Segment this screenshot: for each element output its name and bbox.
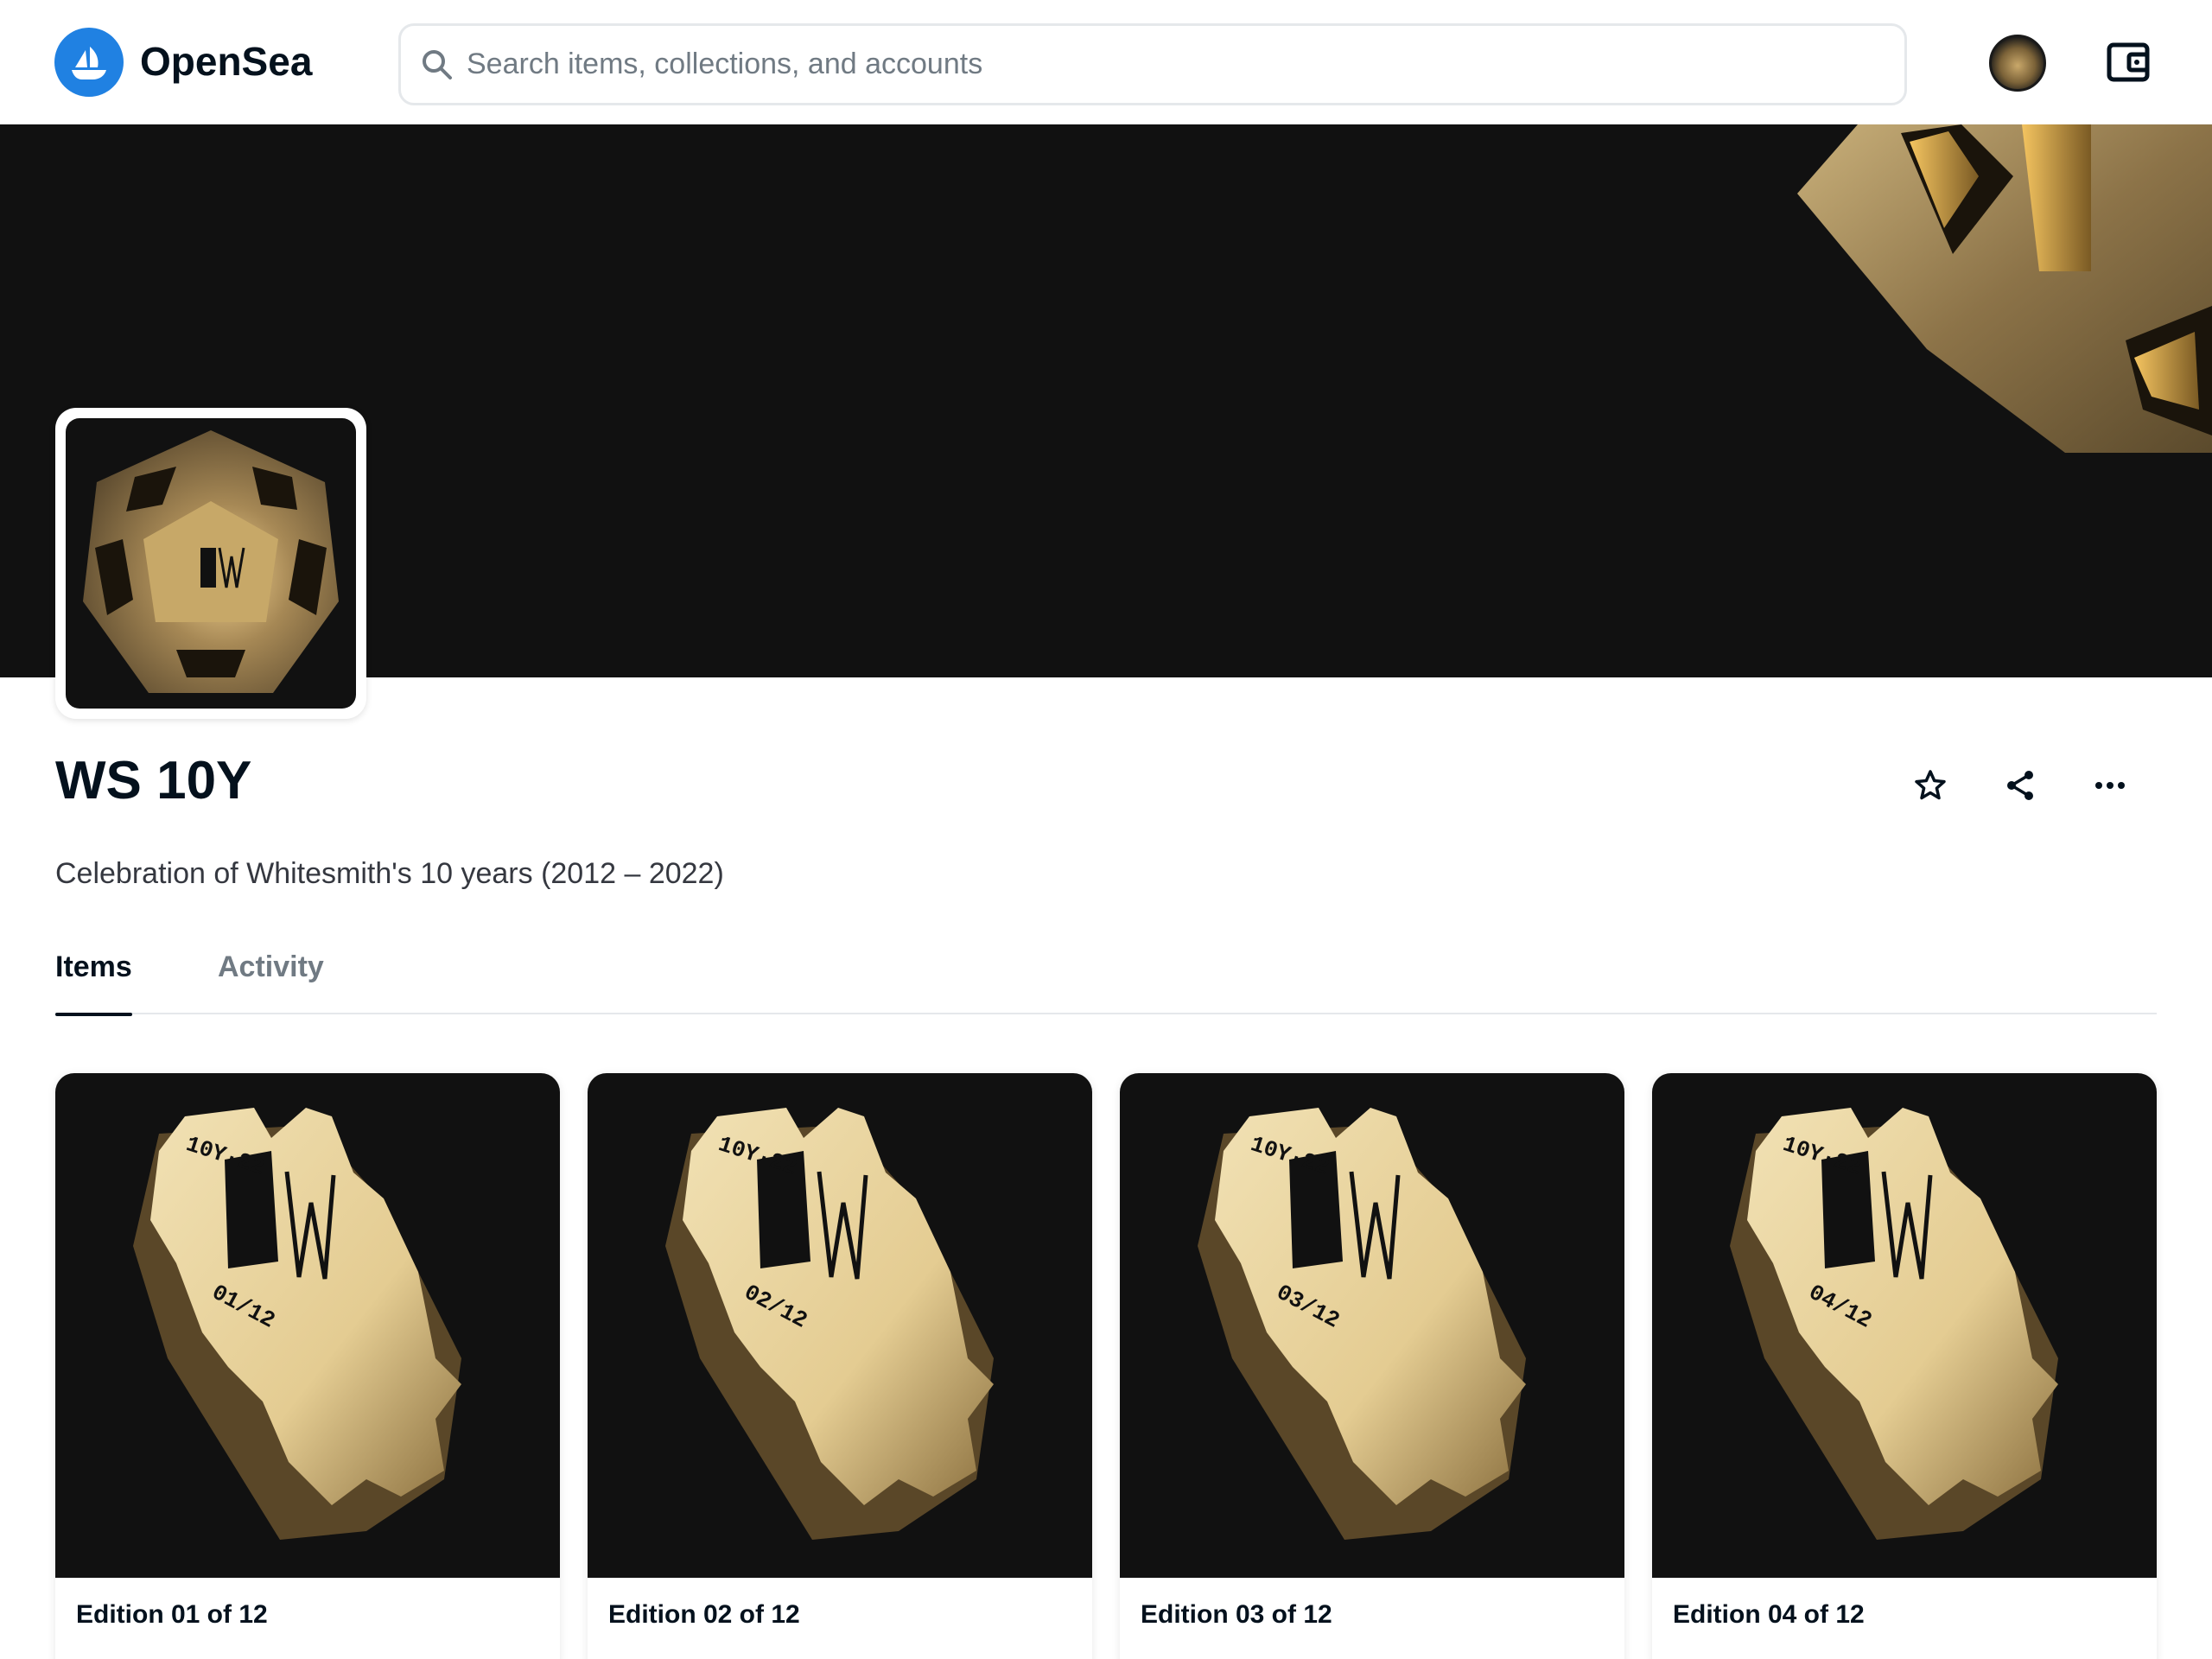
collection-title: WS 10Y bbox=[55, 751, 252, 810]
item-card[interactable]: 10Y·22 03/12 Edition 03 of 12 bbox=[1120, 1073, 1624, 1659]
collection-description: Celebration of Whitesmith's 10 years (20… bbox=[55, 857, 724, 890]
more-dots-icon bbox=[2095, 782, 2125, 789]
search-bar[interactable] bbox=[398, 23, 1907, 105]
token-artwork: 10Y·2203/12 bbox=[1198, 1108, 1526, 1540]
item-title: Edition 04 of 12 bbox=[1673, 1600, 1865, 1629]
top-navbar: OpenSea bbox=[0, 0, 2212, 124]
item-card[interactable]: 10Y·22 01/12 Edition 01 of 12 bbox=[55, 1073, 560, 1659]
dodecahedron-image bbox=[83, 430, 339, 693]
tab-activity[interactable]: Activity bbox=[218, 950, 324, 1014]
favorite-button[interactable] bbox=[1910, 765, 1951, 806]
item-title: Edition 02 of 12 bbox=[608, 1600, 800, 1629]
token-artwork: 10Y·2204/12 bbox=[1730, 1108, 2058, 1540]
collection-tabs: Items Activity bbox=[55, 950, 2157, 1016]
tab-items[interactable]: Items bbox=[55, 950, 132, 1016]
item-title: Edition 03 of 12 bbox=[1141, 1600, 1332, 1629]
opensea-logo[interactable] bbox=[54, 28, 124, 97]
opensea-boat-icon bbox=[72, 47, 106, 79]
banner-artwork bbox=[1797, 124, 2212, 453]
share-button[interactable] bbox=[1999, 765, 2041, 806]
avatar[interactable] bbox=[1989, 35, 2046, 92]
brand-name[interactable]: OpenSea bbox=[140, 38, 312, 85]
wallet-icon[interactable] bbox=[2105, 38, 2153, 86]
item-image: 10Y·22 04/12 bbox=[1652, 1073, 2157, 1578]
collection-actions bbox=[1910, 765, 2131, 806]
item-image: 10Y·22 02/12 bbox=[588, 1073, 1092, 1578]
star-icon bbox=[1915, 770, 1946, 800]
item-image: 10Y·22 01/12 bbox=[55, 1073, 560, 1578]
item-title: Edition 01 of 12 bbox=[76, 1600, 268, 1629]
share-icon bbox=[2007, 771, 2033, 800]
collection-logo bbox=[55, 408, 366, 719]
items-grid: 10Y·22 01/12 Edition 01 of 12 10Y·22 02/12… bbox=[55, 1073, 2157, 1659]
token-artwork: 10Y·2201/12 bbox=[133, 1108, 461, 1540]
search-icon bbox=[420, 48, 454, 82]
item-card[interactable]: 10Y·22 02/12 Edition 02 of 12 bbox=[588, 1073, 1092, 1659]
item-card[interactable]: 10Y·22 04/12 Edition 04 of 12 bbox=[1652, 1073, 2157, 1659]
more-options-button[interactable] bbox=[2089, 765, 2131, 806]
item-image: 10Y·22 03/12 bbox=[1120, 1073, 1624, 1578]
token-artwork: 10Y·2202/12 bbox=[665, 1108, 994, 1540]
search-input[interactable] bbox=[467, 48, 1849, 81]
